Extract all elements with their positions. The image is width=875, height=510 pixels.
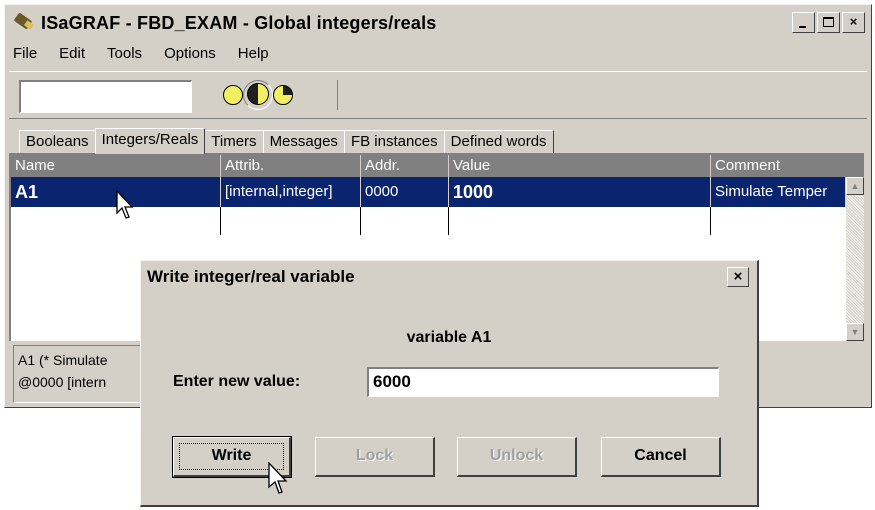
menu-help[interactable]: Help — [236, 45, 271, 67]
vertical-scrollbar[interactable]: ▲ ▼ — [846, 177, 864, 341]
tab-integers-reals[interactable]: Integers/Reals — [94, 128, 206, 154]
cancel-button[interactable]: Cancel — [601, 437, 721, 477]
toolbar — [9, 71, 867, 119]
cell-value: 1000 — [449, 177, 711, 207]
column-header-attrib[interactable]: Attrib. — [221, 155, 361, 177]
tab-defined-words[interactable]: Defined words — [443, 130, 554, 153]
isagraf-app-icon — [13, 12, 35, 34]
quarter-circle-icon[interactable] — [273, 85, 293, 105]
menu-options[interactable]: Options — [162, 45, 218, 67]
menu-bar: File Edit Tools Options Help — [11, 45, 271, 67]
write-variable-dialog: Write integer/real variable × variable A… — [140, 260, 759, 507]
table-row[interactable]: A1 [internal,integer] 0000 1000 Simulate… — [11, 177, 846, 207]
dialog-close-button[interactable]: × — [727, 267, 749, 287]
unlock-button[interactable]: Unlock — [457, 437, 577, 477]
menu-edit[interactable]: Edit — [57, 45, 87, 67]
half-circle-icon[interactable] — [247, 83, 269, 105]
menu-tools[interactable]: Tools — [105, 45, 144, 67]
cell-empty — [221, 207, 361, 235]
window-title: ISaGRAF - FBD_EXAM - Global integers/rea… — [41, 12, 437, 33]
title-bar[interactable]: ISaGRAF - FBD_EXAM - Global integers/rea… — [7, 7, 869, 39]
scroll-down-button[interactable]: ▼ — [846, 323, 864, 341]
toolbar-input[interactable] — [19, 80, 192, 113]
column-header-comment[interactable]: Comment — [711, 155, 864, 177]
maximize-button[interactable] — [817, 12, 840, 33]
tab-timers[interactable]: Timers — [204, 130, 264, 153]
tab-fb-instances[interactable]: FB instances — [343, 130, 445, 153]
yellow-circle-icon[interactable] — [223, 85, 243, 105]
status-line-2: @0000 [intern — [18, 374, 107, 390]
status-line-1: A1 (* Simulate — [18, 352, 108, 368]
enter-value-label: Enter new value: — [173, 373, 301, 390]
scroll-up-button[interactable]: ▲ — [846, 177, 864, 195]
cell-addr: 0000 — [361, 177, 449, 207]
tab-booleans[interactable]: Booleans — [19, 130, 96, 153]
minimize-button[interactable] — [792, 12, 815, 33]
close-button[interactable]: × — [842, 12, 865, 33]
column-header-name[interactable]: Name — [11, 155, 221, 177]
toolbar-icon-group — [211, 80, 338, 110]
lock-button[interactable]: Lock — [315, 437, 435, 477]
tab-strip: Booleans Integers/Reals Timers Messages … — [19, 127, 554, 154]
window-controls: × — [792, 12, 865, 33]
variable-label: variable A1 — [406, 329, 492, 346]
cell-empty — [361, 207, 449, 235]
grid-header: Name Attrib. Addr. Value Comment — [11, 155, 864, 177]
cell-attrib: [internal,integer] — [221, 177, 361, 207]
menu-file[interactable]: File — [11, 45, 39, 67]
cell-empty — [449, 207, 711, 235]
column-header-value[interactable]: Value — [449, 155, 711, 177]
variable-info-panel: A1 (* Simulate @0000 [intern — [13, 345, 155, 403]
column-header-addr[interactable]: Addr. — [361, 155, 449, 177]
cell-comment: Simulate Temper — [711, 177, 846, 207]
new-value-input[interactable]: 6000 — [367, 367, 719, 397]
dialog-title: Write integer/real variable — [147, 267, 355, 286]
tab-messages[interactable]: Messages — [262, 130, 345, 153]
